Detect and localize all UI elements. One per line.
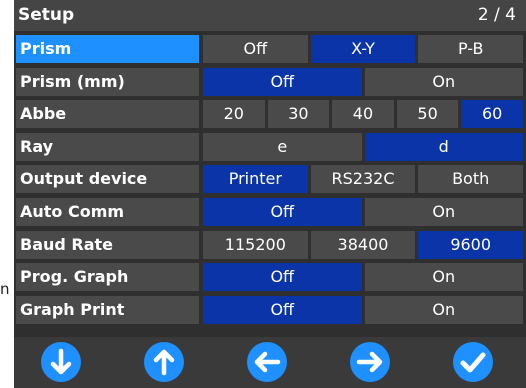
down-button[interactable] <box>41 342 81 382</box>
setting-label[interactable]: Prism <box>16 35 199 63</box>
check-icon <box>460 352 486 373</box>
setting-label[interactable]: Abbe <box>16 100 199 128</box>
setting-label[interactable]: Prism (mm) <box>16 68 199 96</box>
option-button[interactable]: d <box>364 133 523 161</box>
option-button[interactable]: Printer <box>203 165 308 193</box>
page-indicator: 2 / 4 <box>477 5 516 25</box>
left-button[interactable] <box>247 342 287 382</box>
settings-row: Output device Printer RS232C Both <box>14 165 526 193</box>
option-group: ed <box>203 133 523 161</box>
option-button[interactable]: On <box>364 198 523 226</box>
confirm-button[interactable] <box>453 342 493 382</box>
option-button[interactable]: RS232C <box>310 165 416 193</box>
option-button[interactable]: Off <box>203 198 362 226</box>
settings-row: Prog. Graph Off On <box>14 263 526 291</box>
option-button[interactable]: 38400 <box>310 231 416 259</box>
setting-label[interactable]: Baud Rate <box>16 231 199 259</box>
option-button[interactable]: 60 <box>461 100 523 128</box>
settings-row: Ray e d <box>14 133 526 161</box>
settings-row: Abbe 20 30 40 50 60 <box>14 100 526 128</box>
settings-row: Auto Comm Off On <box>14 198 526 226</box>
option-button[interactable]: X-Y <box>310 35 416 63</box>
option-button[interactable]: Off <box>203 35 308 63</box>
settings-row: Prism Off X-Y P-B <box>14 35 526 63</box>
setting-label[interactable]: Auto Comm <box>16 198 199 226</box>
option-group: Off On <box>203 296 523 324</box>
option-button[interactable]: 115200 <box>203 231 308 259</box>
option-button[interactable]: Off <box>203 68 362 96</box>
option-button[interactable]: On <box>364 263 523 291</box>
header-bar: Setup 2 / 4 <box>14 0 526 31</box>
option-button[interactable]: 9600 <box>418 231 524 259</box>
option-group: Printer RS232C Both <box>203 165 524 193</box>
setting-label[interactable]: Output device <box>16 165 199 193</box>
option-group: Off On <box>203 68 523 96</box>
arrow-up-icon <box>153 349 175 376</box>
option-button[interactable]: 20 <box>203 100 265 128</box>
page-title: Setup <box>18 5 75 25</box>
option-group: Off On <box>203 198 523 226</box>
option-button[interactable]: e <box>203 133 362 161</box>
option-button[interactable]: On <box>364 68 523 96</box>
option-button[interactable]: 40 <box>332 100 394 128</box>
option-button[interactable]: Off <box>203 263 362 291</box>
arrow-right-icon <box>356 351 383 373</box>
settings-row: Baud Rate 115200 38400 9600 <box>14 231 526 259</box>
option-group: 20 30 40 50 60 <box>203 100 523 128</box>
option-group: Off X-Y P-B <box>203 35 524 63</box>
option-group: 115200 38400 9600 <box>203 231 524 259</box>
right-button[interactable] <box>350 342 390 382</box>
option-button[interactable]: Off <box>203 296 362 324</box>
up-button[interactable] <box>144 342 184 382</box>
setup-panel: Setup 2 / 4 Prism Off X-Y P-B Prism (mm) Off O… <box>14 0 526 388</box>
setting-label[interactable]: Ray <box>16 133 199 161</box>
option-button[interactable]: On <box>364 296 523 324</box>
settings-row: Prism (mm) Off On <box>14 68 526 96</box>
setting-label[interactable]: Graph Print <box>16 296 199 324</box>
option-group: Off On <box>203 263 523 291</box>
option-button[interactable]: Both <box>418 165 524 193</box>
footer-nav <box>14 337 526 388</box>
arrow-left-icon <box>254 351 281 373</box>
option-button[interactable]: P-B <box>418 35 524 63</box>
settings-row: Graph Print Off On <box>14 296 526 324</box>
option-button[interactable]: 50 <box>396 100 459 128</box>
setting-label[interactable]: Prog. Graph <box>16 263 199 291</box>
option-button[interactable]: 30 <box>267 100 330 128</box>
arrow-down-icon <box>50 348 72 375</box>
